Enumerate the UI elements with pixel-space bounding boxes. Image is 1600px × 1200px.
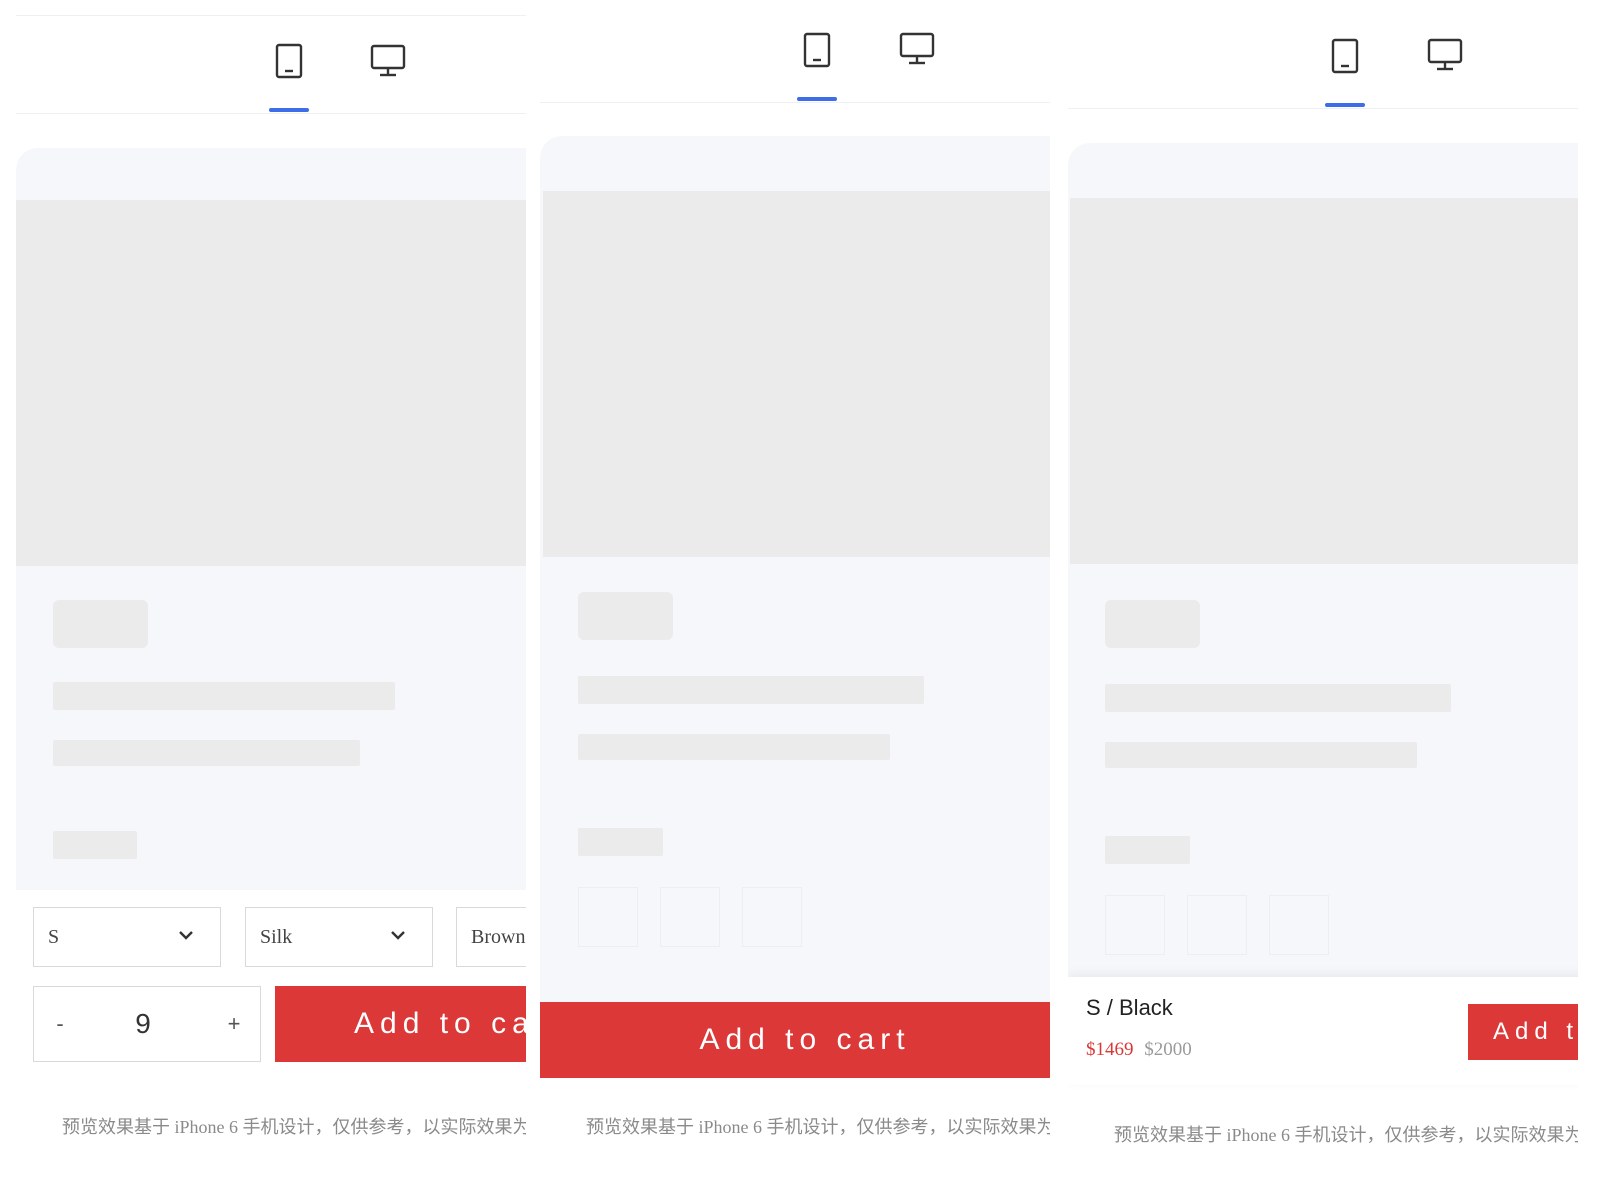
desktop-icon [1427, 38, 1463, 71]
preview-footnote: 预览效果基于 iPhone 6 手机设计，仅供参考，以实际效果为准 [586, 1117, 1050, 1137]
chevron-down-icon [179, 931, 193, 940]
skeleton-title-line [53, 740, 360, 766]
desktop-icon [899, 32, 935, 65]
skeleton-swatch [742, 887, 802, 947]
divider [16, 113, 526, 114]
color-select-value: Brown [471, 925, 526, 948]
quantity-decrement-button[interactable]: - [34, 987, 86, 1061]
chevron-down-icon [391, 931, 405, 940]
product-image-placeholder [1070, 198, 1578, 564]
desktop-icon [370, 44, 406, 77]
quantity-stepper: - 9 + [33, 986, 261, 1062]
color-select[interactable]: Brown [456, 907, 526, 967]
skeleton-swatch [1187, 895, 1247, 955]
skeleton-price [1105, 836, 1190, 864]
skeleton-price [53, 831, 137, 859]
preview-panel-2: Add to cart 预览效果基于 iPhone 6 手机设计，仅供参考，以实… [540, 0, 1050, 1200]
active-tab-indicator [269, 108, 309, 112]
mobile-view-button[interactable] [795, 28, 839, 72]
size-select-value: S [48, 925, 60, 948]
device-toggle-bar [540, 0, 1050, 103]
add-to-cart-button[interactable]: Add to cart [275, 986, 526, 1062]
phone-icon [1331, 38, 1359, 74]
skeleton-price [578, 828, 663, 856]
mobile-view-button[interactable] [1323, 34, 1367, 78]
add-to-cart-button[interactable]: Add to cart [540, 1002, 1050, 1078]
selected-variant: S / Black [1086, 995, 1173, 1020]
skeleton-swatch [1269, 895, 1329, 955]
skeleton-swatch [578, 887, 638, 947]
divider [16, 15, 526, 16]
desktop-view-button[interactable] [366, 39, 410, 83]
active-tab-indicator [1325, 103, 1365, 107]
divider [540, 102, 1050, 103]
preview-footnote: 预览效果基于 iPhone 6 手机设计，仅供参考，以实际效果为准 [62, 1117, 526, 1137]
price-row: $1469 $2000 [1086, 1039, 1192, 1061]
skeleton-title-line [1105, 684, 1451, 712]
skeleton-title-line [53, 682, 395, 710]
sticky-add-to-cart-bar: S / Black $1469 $2000 Add to cart [1068, 977, 1578, 1085]
skeleton-title-line [578, 676, 924, 704]
phone-icon [275, 43, 303, 79]
desktop-view-button[interactable] [895, 27, 939, 71]
skeleton-badge [1105, 600, 1200, 648]
sale-price: $1469 [1086, 1039, 1134, 1060]
product-image-placeholder [16, 200, 526, 566]
device-toggle-bar [1068, 0, 1578, 109]
mobile-view-button[interactable] [267, 39, 311, 83]
skeleton-swatch [660, 887, 720, 947]
size-select[interactable]: S [33, 907, 221, 967]
product-card-skeleton [1068, 143, 1578, 993]
skeleton-badge [53, 600, 148, 648]
desktop-view-button[interactable] [1423, 33, 1467, 77]
skeleton-title-line [578, 734, 890, 760]
preview-panel-1: S Silk Brown - 9 + Add to cart 预览效果基于 iP… [16, 0, 526, 1200]
add-to-cart-button[interactable]: Add to cart [1468, 1004, 1578, 1060]
divider [1068, 108, 1578, 109]
device-toggle-bar [16, 0, 526, 114]
compare-price: $2000 [1144, 1039, 1192, 1060]
skeleton-badge [578, 592, 673, 640]
preview-panel-3: S / Black $1469 $2000 Add to cart 预览效果基于… [1068, 0, 1578, 1200]
skeleton-title-line [1105, 742, 1417, 768]
active-tab-indicator [797, 97, 837, 101]
product-image-placeholder [543, 191, 1050, 557]
material-select[interactable]: Silk [245, 907, 433, 967]
quantity-increment-button[interactable]: + [208, 987, 260, 1061]
product-card-skeleton [540, 136, 1050, 1006]
skeleton-swatch [1105, 895, 1165, 955]
product-card-skeleton [16, 148, 526, 890]
quantity-value[interactable]: 9 [108, 987, 178, 1061]
material-select-value: Silk [260, 925, 293, 948]
phone-icon [803, 32, 831, 68]
preview-footnote: 预览效果基于 iPhone 6 手机设计，仅供参考，以实际效果为准 [1114, 1125, 1578, 1145]
